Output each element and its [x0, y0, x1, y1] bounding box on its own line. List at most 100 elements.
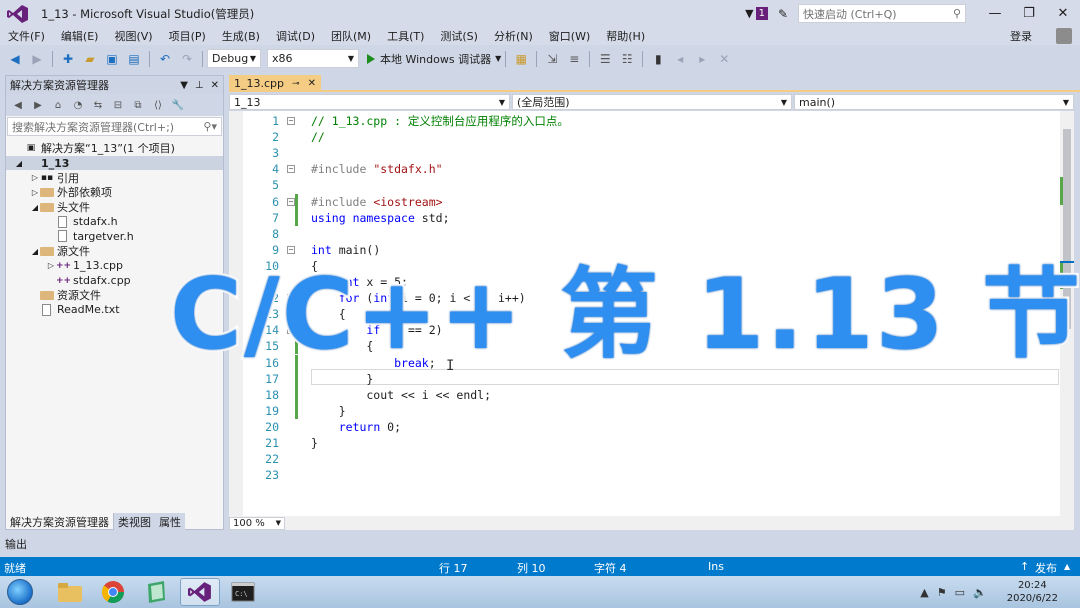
tab-properties[interactable]: 属性: [155, 513, 185, 530]
save-icon[interactable]: ▣: [102, 50, 122, 68]
find-in-files-icon[interactable]: ▦: [511, 50, 531, 68]
close-button[interactable]: ✕: [1046, 6, 1080, 21]
expander-icon[interactable]: ▷: [30, 188, 40, 197]
expander-icon[interactable]: ▷: [30, 173, 40, 182]
undo-icon[interactable]: ↶: [155, 50, 175, 68]
expander-icon[interactable]: ◢: [14, 159, 24, 168]
zoom-select[interactable]: 100 % ▼: [229, 516, 285, 530]
collapse-icon[interactable]: −: [287, 165, 295, 174]
tab-solution-explorer[interactable]: 解决方案资源管理器: [5, 513, 114, 530]
network-icon[interactable]: ▭: [955, 586, 965, 599]
sync-icon[interactable]: ⇆: [90, 97, 106, 113]
taskbar-visual-studio[interactable]: [180, 578, 220, 606]
menu-help[interactable]: 帮助(H): [598, 28, 653, 44]
tree-item[interactable]: ▷ ▪▪ 引用: [6, 170, 223, 185]
bookmark-icon[interactable]: ▮: [648, 50, 668, 68]
member-nav-select[interactable]: main() ▼: [794, 94, 1074, 110]
quick-launch-input[interactable]: 快速启动 (Ctrl+Q) ⚲: [798, 4, 966, 23]
code-line[interactable]: 3: [243, 145, 1074, 161]
publish-button[interactable]: 发布: [1035, 560, 1057, 576]
project-nav-select[interactable]: 1_13 ▼: [229, 94, 510, 110]
menu-debug[interactable]: 调试(D): [268, 28, 323, 44]
start-debugging-button[interactable]: 本地 Windows 调试器 ▼: [367, 51, 501, 67]
pin-icon[interactable]: ⊥: [195, 80, 204, 91]
restore-button[interactable]: ❐: [1012, 6, 1046, 21]
login-link[interactable]: 登录: [1010, 28, 1032, 44]
show-all-files-icon[interactable]: ⧉: [130, 97, 146, 113]
tree-item[interactable]: targetver.h: [6, 229, 223, 244]
pin-icon[interactable]: ⊸: [292, 79, 300, 89]
expander-icon[interactable]: ◢: [30, 247, 40, 256]
comment-icon[interactable]: ☰: [595, 50, 615, 68]
redo-icon[interactable]: ↷: [177, 50, 197, 68]
menu-file[interactable]: 文件(F): [0, 28, 53, 44]
back-icon[interactable]: ◀: [10, 97, 26, 113]
code-line[interactable]: 2 //: [243, 129, 1074, 145]
save-all-icon[interactable]: ▤: [124, 50, 144, 68]
step-icon[interactable]: ⇲: [542, 50, 562, 68]
clear-bookmarks-icon[interactable]: ✕: [714, 50, 734, 68]
code-line[interactable]: 19 }: [243, 402, 1074, 419]
uncomment-icon[interactable]: ☷: [617, 50, 637, 68]
home-icon[interactable]: ⌂: [50, 97, 66, 113]
back-icon[interactable]: ◀: [5, 50, 25, 68]
prev-bookmark-icon[interactable]: ◂: [670, 50, 690, 68]
scope-nav-select[interactable]: (全局范围) ▼: [512, 94, 792, 110]
collapse-all-icon[interactable]: ⊟: [110, 97, 126, 113]
code-line[interactable]: 8: [243, 226, 1074, 242]
code-line[interactable]: 4− #include "stdafx.h": [243, 161, 1074, 177]
tray-expand-icon[interactable]: ▲: [920, 586, 928, 599]
close-icon[interactable]: ✕: [211, 80, 219, 91]
properties-icon[interactable]: 🔧: [170, 97, 186, 113]
expander-icon[interactable]: ◢: [30, 203, 40, 212]
publish-arrow-icon[interactable]: ↑: [1020, 560, 1029, 573]
next-bookmark-icon[interactable]: ▸: [692, 50, 712, 68]
dropdown-icon[interactable]: ▼: [180, 80, 188, 91]
collapse-icon[interactable]: −: [287, 117, 295, 125]
expander-icon[interactable]: ▷: [46, 261, 56, 270]
code-line[interactable]: 18 cout << i << endl;: [243, 386, 1074, 403]
feedback-icon[interactable]: ✎: [778, 7, 788, 21]
menu-tools[interactable]: 工具(T): [379, 28, 432, 44]
menu-test[interactable]: 测试(S): [432, 28, 486, 44]
code-view-icon[interactable]: ⟨⟩: [150, 97, 166, 113]
code-line[interactable]: 20 return 0;: [243, 419, 1074, 435]
platform-select[interactable]: x86 ▼: [267, 49, 359, 68]
code-line[interactable]: 6− #include <iostream>: [243, 193, 1074, 210]
notifications-button[interactable]: ▼ 1: [745, 7, 768, 20]
close-icon[interactable]: ✕: [308, 78, 316, 89]
forward-icon[interactable]: ▶: [27, 50, 47, 68]
menu-build[interactable]: 生成(B): [214, 28, 268, 44]
start-button[interactable]: [4, 578, 36, 606]
menu-window[interactable]: 窗口(W): [541, 28, 598, 44]
collapse-icon[interactable]: −: [287, 197, 295, 206]
taskbar-console[interactable]: C:\: [223, 578, 263, 606]
taskbar-chrome[interactable]: [93, 578, 133, 606]
menu-view[interactable]: 视图(V): [106, 28, 160, 44]
taskbar-explorer[interactable]: [50, 578, 90, 606]
code-line[interactable]: 1− // 1_13.cpp : 定义控制台应用程序的入口点。: [243, 113, 1074, 129]
taskbar-app[interactable]: [136, 578, 176, 606]
tree-item[interactable]: stdafx.h: [6, 214, 223, 229]
menu-analyze[interactable]: 分析(N): [486, 28, 541, 44]
tray-flag-icon[interactable]: ⚑: [937, 586, 947, 599]
minimize-button[interactable]: —: [978, 6, 1012, 21]
document-tab[interactable]: 1_13.cpp ⊸ ✕: [229, 75, 321, 92]
code-line[interactable]: 22: [243, 451, 1074, 467]
format-icon[interactable]: ≡: [564, 50, 584, 68]
solution-search-input[interactable]: 搜索解决方案资源管理器(Ctrl+;) ⚲▾: [7, 117, 222, 136]
user-icon[interactable]: [1056, 28, 1072, 44]
menu-project[interactable]: 项目(P): [161, 28, 214, 44]
forward-icon[interactable]: ▶: [30, 97, 46, 113]
menu-edit[interactable]: 编辑(E): [53, 28, 107, 44]
tree-item[interactable]: ◢ 头文件: [6, 200, 223, 215]
menu-team[interactable]: 团队(M): [323, 28, 379, 44]
chevron-up-icon[interactable]: ▲: [1064, 562, 1070, 571]
output-panel-tab[interactable]: 输出: [0, 533, 1080, 555]
volume-icon[interactable]: 🔈: [973, 586, 987, 599]
code-line[interactable]: 23: [243, 467, 1074, 483]
tab-class-view[interactable]: 类视图: [114, 513, 155, 530]
code-line[interactable]: 5: [243, 177, 1074, 193]
tree-item[interactable]: ▣ 解决方案“1_13”(1 个项目): [6, 141, 223, 156]
solution-config-select[interactable]: Debug ▼: [207, 49, 261, 68]
